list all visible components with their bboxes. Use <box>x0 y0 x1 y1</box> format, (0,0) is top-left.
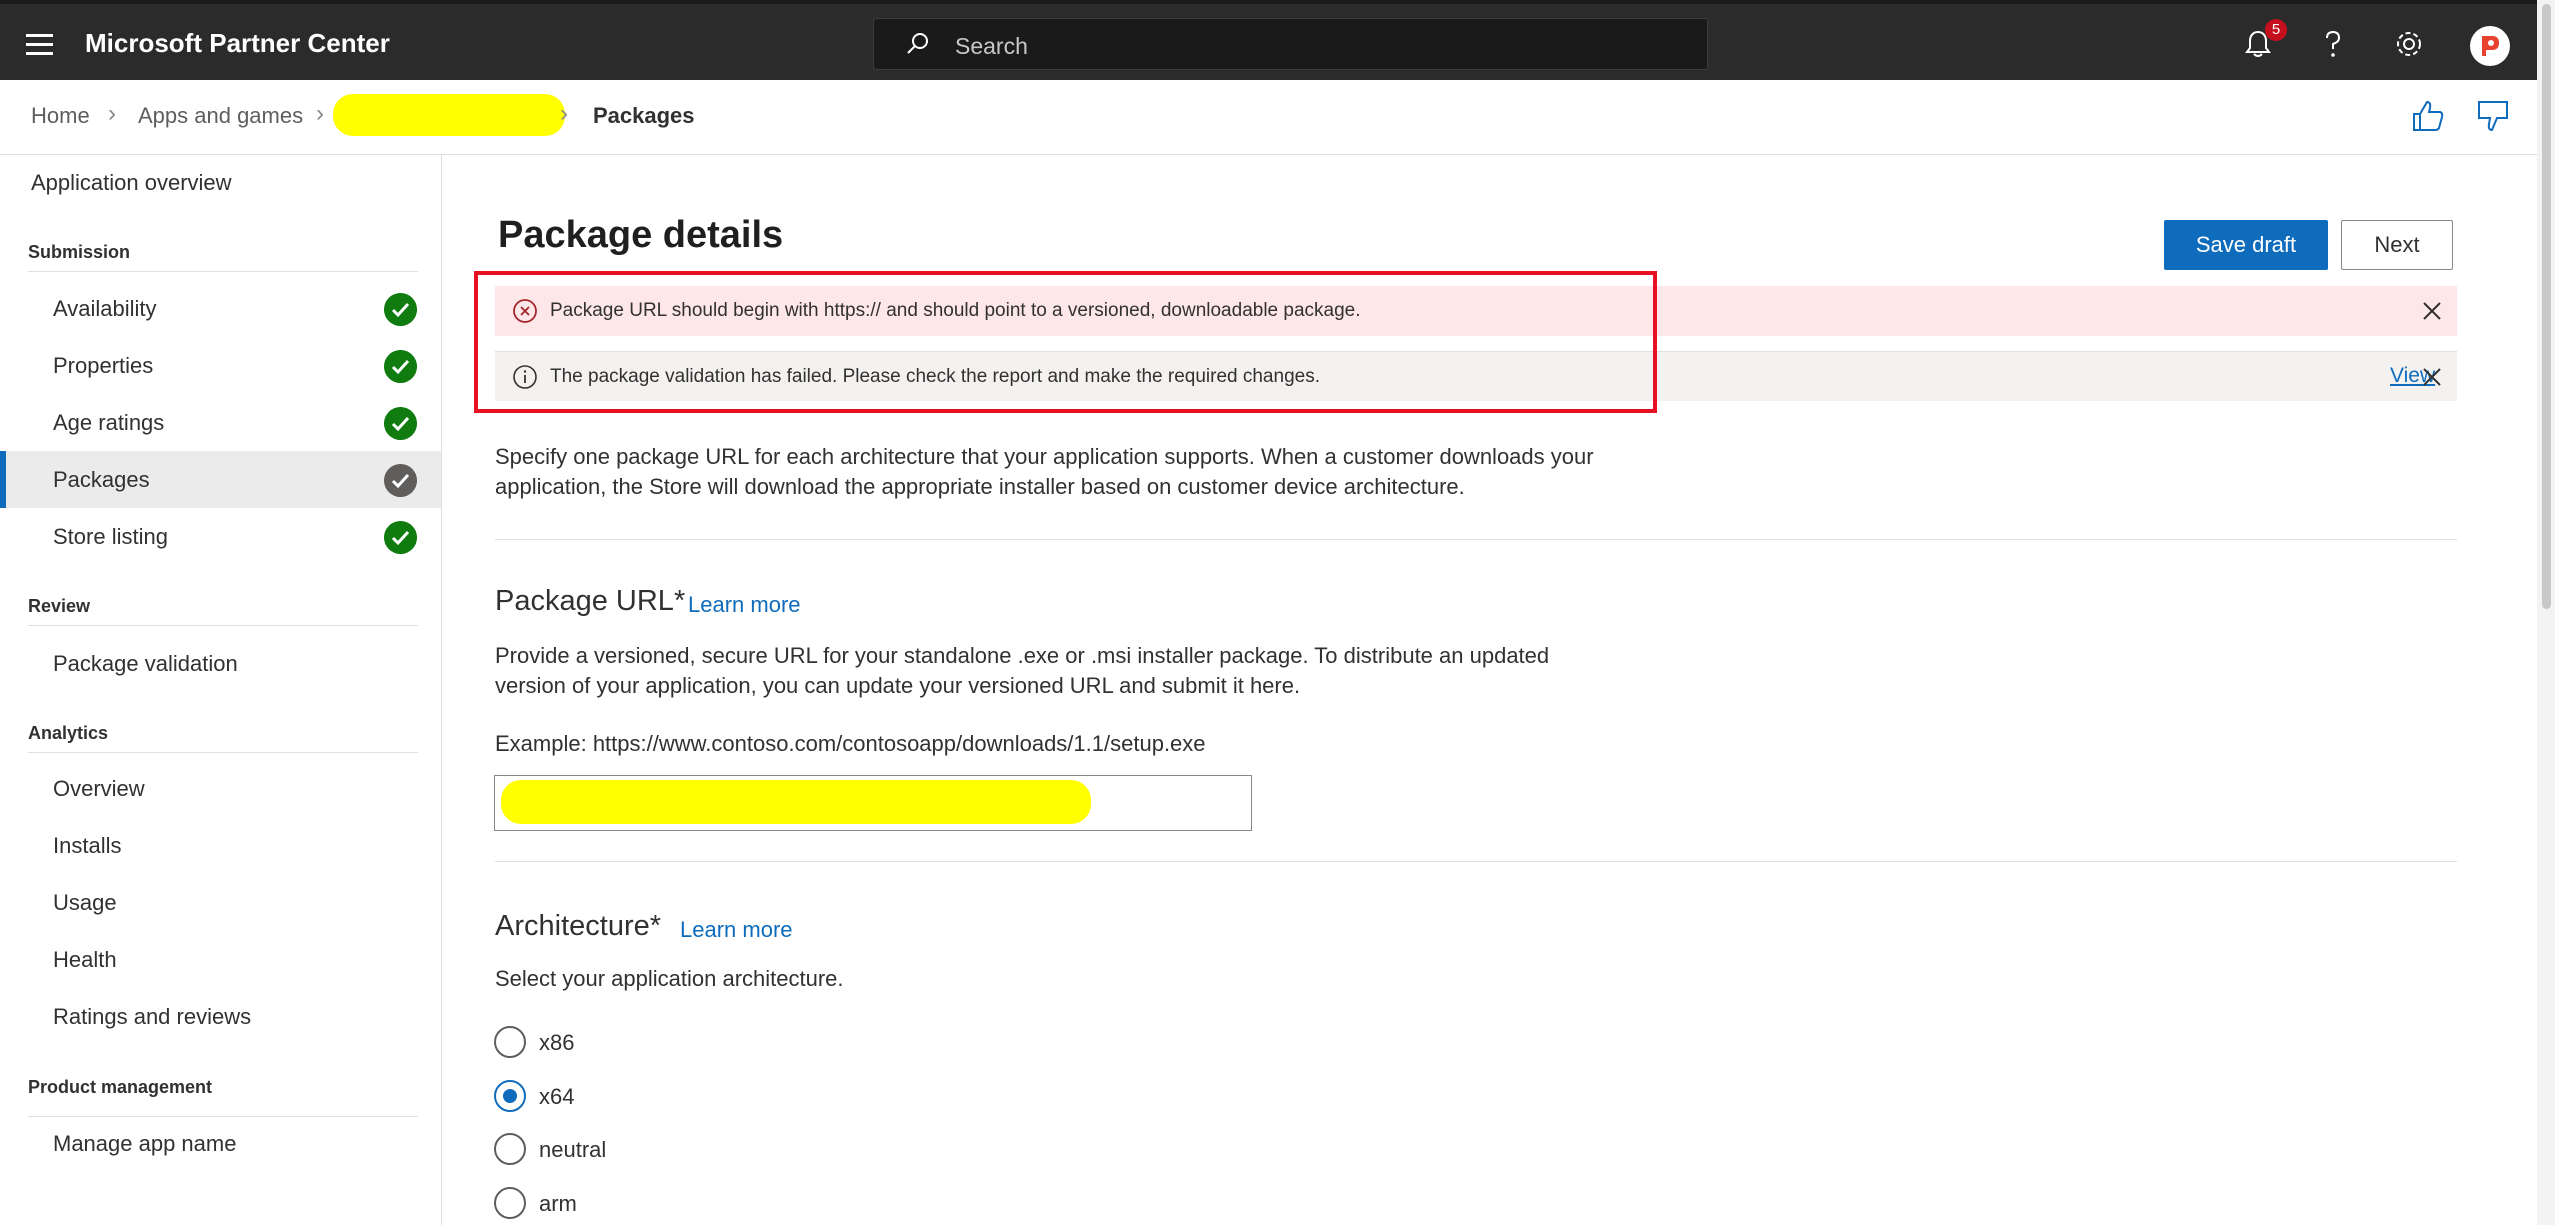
search-input[interactable]: Search <box>955 33 1028 60</box>
search-box[interactable]: Search <box>873 18 1708 70</box>
checkmark-complete-icon <box>384 407 417 440</box>
help-icon[interactable] <box>2315 26 2351 62</box>
sidebar-item-label: Store listing <box>53 524 168 549</box>
radio-button[interactable] <box>494 1133 526 1165</box>
sidebar-item-overview[interactable]: Overview <box>0 760 441 817</box>
intro-text: Specify one package URL for each archite… <box>495 442 1594 502</box>
save-draft-button[interactable]: Save draft <box>2164 220 2328 270</box>
redacted-app-name[interactable] <box>333 94 565 136</box>
app-title[interactable]: Microsoft Partner Center <box>85 28 390 59</box>
sidebar-item-label: Packages <box>53 467 150 492</box>
sidebar-item-label: Ratings and reviews <box>53 1004 252 1029</box>
partner-center-window: Microsoft Partner Center Search 5 Home ›… <box>0 0 2555 1225</box>
breadcrumb: Home › Apps and games › › Packages <box>0 80 2537 155</box>
radio-button[interactable] <box>494 1026 526 1058</box>
radio-button[interactable] <box>494 1187 526 1219</box>
intro-line: application, the Store will download the… <box>495 474 1465 499</box>
sidebar-item-label: Manage app name <box>53 1131 237 1156</box>
radio-label: x64 <box>539 1084 575 1109</box>
sidebar-item-age-ratings[interactable]: Age ratings <box>0 394 441 451</box>
profile-logo-icon <box>2471 27 2509 65</box>
top-navigation-bar: Microsoft Partner Center Search 5 <box>0 0 2537 80</box>
notification-count-badge: 5 <box>2265 19 2287 41</box>
section-header-review: Review <box>28 596 91 616</box>
heading-text: Architecture <box>495 910 650 942</box>
sidebar-item-label: Usage <box>53 890 117 915</box>
left-sidebar: Application overview Submission Availabi… <box>0 155 442 1225</box>
sidebar-item-packages[interactable]: Packages <box>0 451 441 508</box>
chevron-right-icon: › <box>108 100 116 127</box>
page-title: Package details <box>498 214 784 256</box>
package-url-input[interactable] <box>494 775 1252 831</box>
architecture-heading: Architecture* <box>495 910 661 943</box>
sidebar-item-label: Health <box>53 947 117 972</box>
example-url-text: Example: https://www.contoso.com/contoso… <box>495 731 1206 756</box>
sidebar-item-properties[interactable]: Properties <box>0 337 441 394</box>
sidebar-item-manage-app-name[interactable]: Manage app name <box>0 1115 441 1172</box>
sidebar-item-label: Properties <box>53 353 154 378</box>
sidebar-item-label: Overview <box>53 776 145 801</box>
required-asterisk: * <box>673 585 686 617</box>
architecture-description: Select your application architecture. <box>495 966 844 991</box>
chevron-right-icon: › <box>316 100 324 127</box>
divider <box>28 625 418 626</box>
checkmark-current-icon <box>384 464 417 497</box>
radio-label: neutral <box>539 1137 607 1162</box>
sidebar-item-label: Installs <box>53 833 122 858</box>
sidebar-item-usage[interactable]: Usage <box>0 874 441 931</box>
heading-text: Package URL <box>495 585 674 617</box>
checkmark-complete-icon <box>384 521 417 554</box>
close-icon[interactable] <box>2421 300 2443 322</box>
sidebar-item-label: Package validation <box>53 651 238 676</box>
divider <box>28 752 418 753</box>
active-indicator <box>0 451 6 508</box>
close-icon[interactable] <box>2421 366 2443 388</box>
divider <box>495 861 2457 862</box>
chevron-right-icon: › <box>560 100 568 127</box>
annotation-highlight-box <box>474 271 1657 413</box>
checkmark-complete-icon <box>384 350 417 383</box>
next-button[interactable]: Next <box>2341 220 2453 270</box>
scrollbar-thumb[interactable] <box>2542 4 2551 609</box>
description-line: version of your application, you can upd… <box>495 673 1301 698</box>
radio-button-selected[interactable] <box>494 1080 526 1112</box>
scrollbar[interactable] <box>2537 0 2555 1225</box>
section-header-submission: Submission <box>28 242 131 262</box>
sidebar-item-package-validation[interactable]: Package validation <box>0 635 441 692</box>
redacted-url-value <box>501 780 1091 824</box>
architecture-learn-more-link[interactable]: Learn more <box>680 917 793 943</box>
sidebar-item-availability[interactable]: Availability <box>0 280 441 337</box>
radio-label: x86 <box>539 1030 575 1055</box>
package-url-heading: Package URL* <box>495 585 685 618</box>
section-header-analytics: Analytics <box>28 723 109 743</box>
thumbs-down-icon[interactable] <box>2473 96 2513 136</box>
sidebar-item-installs[interactable]: Installs <box>0 817 441 874</box>
sidebar-item-store-listing[interactable]: Store listing <box>0 508 441 565</box>
sidebar-item-label: Availability <box>53 296 157 321</box>
breadcrumb-home-link[interactable]: Home <box>31 103 90 129</box>
section-header-product-management: Product management <box>28 1077 213 1097</box>
divider <box>495 539 2457 540</box>
sidebar-item-health[interactable]: Health <box>0 931 441 988</box>
settings-gear-icon[interactable] <box>2391 26 2427 62</box>
thumbs-up-icon[interactable] <box>2408 96 2448 136</box>
divider <box>28 271 418 272</box>
search-icon <box>907 33 928 54</box>
package-url-description: Provide a versioned, secure URL for your… <box>495 641 1549 701</box>
intro-line: Specify one package URL for each archite… <box>495 444 1594 469</box>
sidebar-item-label: Age ratings <box>53 410 165 435</box>
radio-label: arm <box>539 1191 577 1216</box>
user-avatar[interactable] <box>2470 26 2510 66</box>
sidebar-item-ratings-and-reviews[interactable]: Ratings and reviews <box>0 988 441 1045</box>
required-asterisk: * <box>649 910 662 942</box>
breadcrumb-apps-link[interactable]: Apps and games <box>138 103 303 129</box>
sidebar-item-application-overview[interactable]: Application overview <box>31 170 232 196</box>
package-url-learn-more-link[interactable]: Learn more <box>688 592 801 618</box>
checkmark-complete-icon <box>384 293 417 326</box>
description-line: Provide a versioned, secure URL for your… <box>495 643 1550 668</box>
breadcrumb-current: Packages <box>593 103 695 128</box>
hamburger-menu-icon[interactable] <box>26 34 54 56</box>
